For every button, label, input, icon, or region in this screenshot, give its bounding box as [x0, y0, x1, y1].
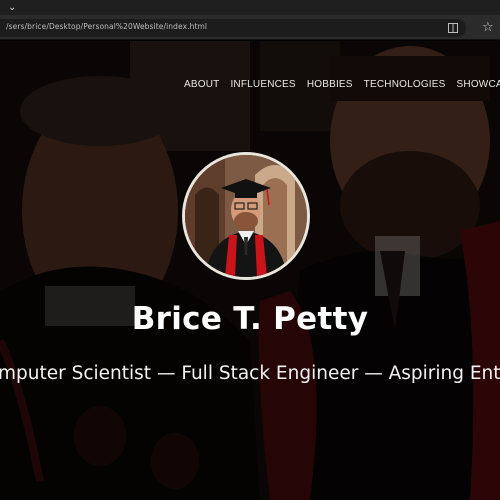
- profile-avatar: [182, 152, 310, 280]
- browser-toolbar: /sers/brice/Desktop/Personal%20Website/i…: [0, 16, 500, 40]
- web-page: ABOUT INFLUENCES HOBBIES TECHNOLOGIES SH…: [0, 41, 500, 500]
- nav-link-hobbies[interactable]: HOBBIES: [307, 79, 353, 90]
- bookmark-star-icon[interactable]: ☆: [482, 17, 494, 37]
- top-navigation: ABOUT INFLUENCES HOBBIES TECHNOLOGIES SH…: [184, 79, 500, 90]
- address-bar[interactable]: /sers/brice/Desktop/Personal%20Website/i…: [0, 19, 466, 37]
- hero-name: Brice T. Petty: [131, 301, 369, 337]
- nav-link-showcase[interactable]: SHOWCASE: [457, 79, 500, 90]
- nav-link-technologies[interactable]: TECHNOLOGIES: [364, 79, 446, 90]
- graduate-portrait: [185, 155, 307, 277]
- hero-tagline: mputer Scientist — Full Stack Engineer —…: [0, 363, 500, 384]
- url-text[interactable]: /sers/brice/Desktop/Personal%20Website/i…: [6, 22, 207, 31]
- chevron-down-icon[interactable]: ⌄: [8, 2, 16, 14]
- browser-tab-strip: ⌄: [0, 0, 500, 16]
- nav-link-influences[interactable]: INFLUENCES: [230, 79, 295, 90]
- reader-mode-icon[interactable]: [448, 23, 458, 33]
- nav-link-about[interactable]: ABOUT: [184, 79, 219, 90]
